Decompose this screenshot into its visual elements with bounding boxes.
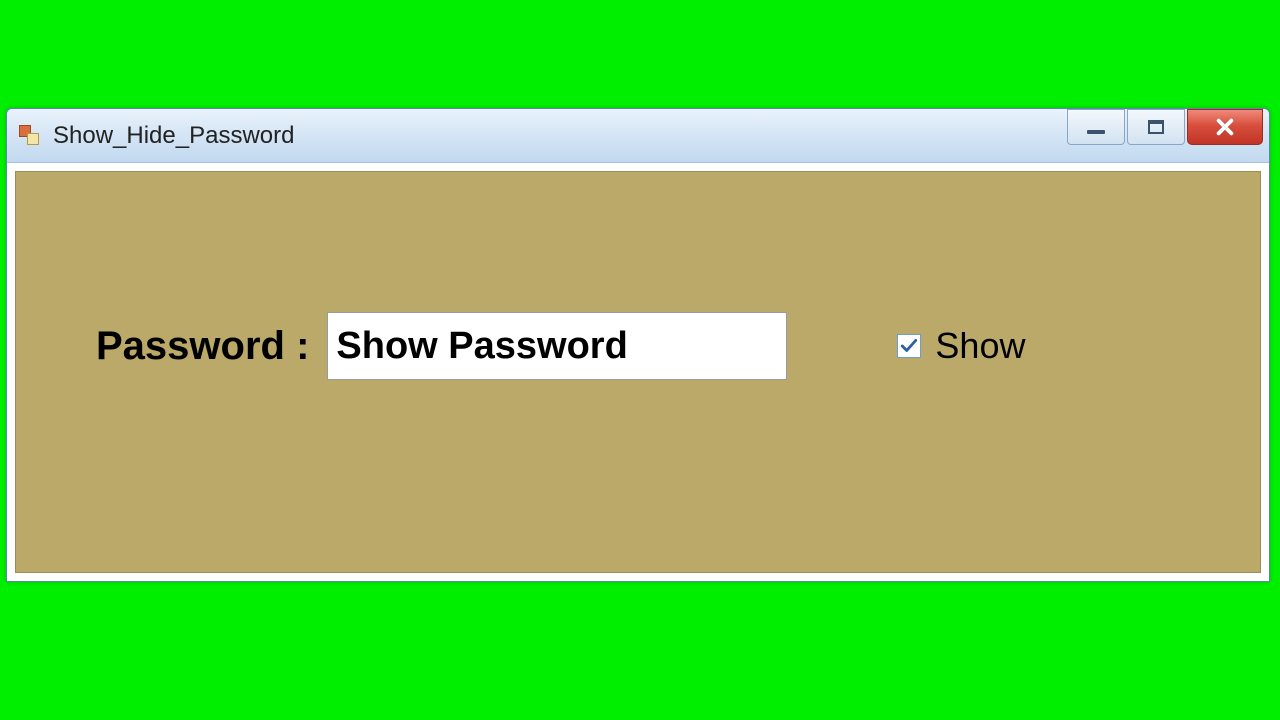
password-label: Password : (96, 324, 309, 369)
app-icon (19, 125, 41, 147)
close-icon (1214, 116, 1236, 138)
check-icon (900, 337, 918, 355)
show-password-checkbox[interactable] (897, 334, 921, 358)
application-window: Show_Hide_Password Password : (6, 108, 1270, 582)
titlebar[interactable]: Show_Hide_Password (7, 109, 1269, 163)
maximize-button[interactable] (1127, 109, 1185, 145)
window-title: Show_Hide_Password (53, 122, 294, 150)
maximize-icon (1148, 120, 1164, 134)
minimize-button[interactable] (1067, 109, 1125, 145)
password-input[interactable] (327, 312, 787, 380)
minimize-icon (1087, 130, 1105, 134)
show-password-label: Show (935, 325, 1025, 367)
close-button[interactable] (1187, 109, 1263, 145)
password-row: Password : Show (96, 312, 1025, 380)
show-password-group: Show (897, 325, 1025, 367)
client-area: Password : Show (15, 171, 1261, 573)
window-controls (1067, 109, 1265, 149)
